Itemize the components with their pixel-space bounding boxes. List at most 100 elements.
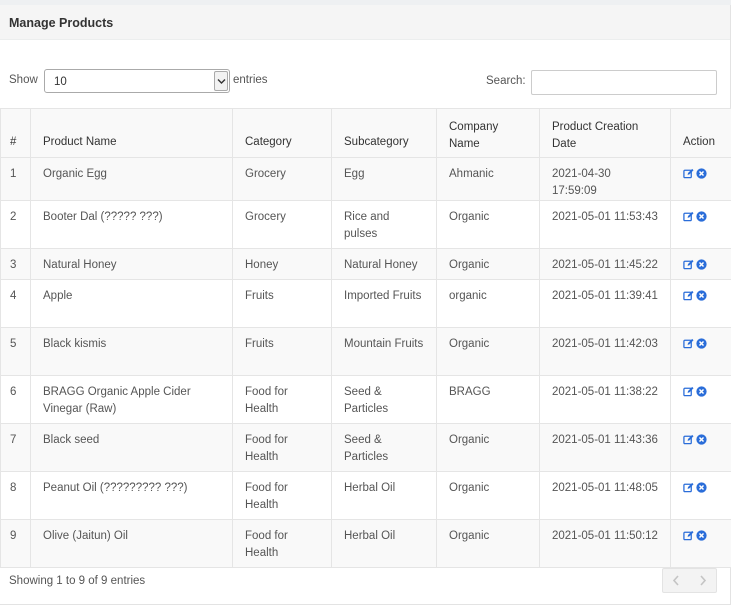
cell-subcategory: Imported Fruits (331, 279, 437, 328)
table-row: 5 Black kismis Fruits Mountain Fruits Organi… (0, 327, 731, 376)
cell-product-name: Apple (30, 279, 233, 328)
search-label: Search: (486, 75, 526, 87)
chevron-right-icon[interactable] (690, 569, 717, 592)
table-row: 9 Olive (Jaitun) Oil Food for Health Herbal… (0, 519, 731, 568)
cell-action (670, 519, 731, 568)
cell-product-name: Organic Egg (30, 157, 233, 201)
entries-length-value: 10 (54, 76, 67, 88)
cell-product-name: BRAGG Organic Apple Cider Vinegar (Raw) (30, 375, 233, 424)
pagination (662, 568, 717, 593)
cell-index: 5 (0, 327, 31, 376)
cell-company-name: Organic (436, 248, 540, 280)
cell-creation-date: 2021-05-01 11:43:36 (539, 423, 671, 472)
table-header-row: # Product Name Category Subcategory Comp… (0, 108, 731, 158)
table-row: 1 Organic Egg Grocery Egg Ahmanic 2021-04-30 … (0, 157, 731, 201)
edit-icon[interactable] (683, 338, 694, 349)
column-header-index[interactable]: # (0, 108, 31, 158)
cell-index: 6 (0, 375, 31, 424)
cell-company-name: Ahmanic (436, 157, 540, 201)
cell-subcategory: Seed & Particles (331, 423, 437, 472)
cell-company-name: Organic (436, 327, 540, 376)
cell-index: 1 (0, 157, 31, 201)
cell-action (670, 248, 731, 280)
cell-creation-date: 2021-05-01 11:39:41 (539, 279, 671, 328)
cell-creation-date: 2021-05-01 11:38:22 (539, 375, 671, 424)
cell-index: 8 (0, 471, 31, 520)
cell-subcategory: Seed & Particles (331, 375, 437, 424)
cell-subcategory: Herbal Oil (331, 471, 437, 520)
delete-icon[interactable] (696, 482, 707, 493)
edit-icon[interactable] (683, 530, 694, 541)
cell-action (670, 423, 731, 472)
cell-subcategory: Mountain Fruits (331, 327, 437, 376)
column-header-action[interactable]: Action (670, 108, 731, 158)
cell-creation-date: 2021-05-01 11:45:22 (539, 248, 671, 280)
cell-category: Food for Health (232, 519, 332, 568)
table-row: 2 Booter Dal (????? ???) Grocery Rice and p… (0, 200, 731, 249)
delete-icon[interactable] (696, 386, 707, 397)
cell-subcategory: Herbal Oil (331, 519, 437, 568)
edit-icon[interactable] (683, 259, 694, 270)
show-label: Show (9, 74, 38, 86)
column-header-subcategory[interactable]: Subcategory (331, 108, 437, 158)
cell-action (670, 327, 731, 376)
cell-category: Honey (232, 248, 332, 280)
delete-icon[interactable] (696, 530, 707, 541)
cell-creation-date: 2021-05-01 11:53:43 (539, 200, 671, 249)
delete-icon[interactable] (696, 259, 707, 270)
edit-icon[interactable] (683, 168, 694, 179)
cell-creation-date: 2021-05-01 11:50:12 (539, 519, 671, 568)
table-row: 8 Peanut Oil (????????? ???) Food for Heal… (0, 471, 731, 520)
delete-icon[interactable] (696, 211, 707, 222)
cell-action (670, 471, 731, 520)
column-header-creation-date[interactable]: Product Creation Date (539, 108, 671, 158)
edit-icon[interactable] (683, 434, 694, 445)
edit-icon[interactable] (683, 211, 694, 222)
table-row: 7 Black seed Food for Health Seed & Particl… (0, 423, 731, 472)
delete-icon[interactable] (696, 290, 707, 301)
cell-product-name: Olive (Jaitun) Oil (30, 519, 233, 568)
search-input[interactable] (531, 70, 717, 95)
cell-action (670, 279, 731, 328)
cell-index: 9 (0, 519, 31, 568)
cell-company-name: Organic (436, 519, 540, 568)
edit-icon[interactable] (683, 386, 694, 397)
chevron-left-icon[interactable] (663, 569, 690, 592)
cell-subcategory: Natural Honey (331, 248, 437, 280)
cell-category: Food for Health (232, 423, 332, 472)
cell-action (670, 157, 731, 201)
cell-creation-date: 2021-04-30 17:59:09 (539, 157, 671, 201)
delete-icon[interactable] (696, 434, 707, 445)
cell-company-name: Organic (436, 423, 540, 472)
edit-icon[interactable] (683, 290, 694, 301)
column-header-category[interactable]: Category (232, 108, 332, 158)
cell-company-name: BRAGG (436, 375, 540, 424)
cell-index: 3 (0, 248, 31, 280)
entries-length-select[interactable]: 10 (44, 69, 230, 93)
products-table: # Product Name Category Subcategory Comp… (0, 108, 731, 568)
cell-action (670, 375, 731, 424)
cell-category: Fruits (232, 279, 332, 328)
cell-index: 7 (0, 423, 31, 472)
column-header-product-name[interactable]: Product Name (30, 108, 233, 158)
column-header-company-name[interactable]: Company Name (436, 108, 540, 158)
cell-subcategory: Egg (331, 157, 437, 201)
table-row: 4 Apple Fruits Imported Fruits organic 2021-0… (0, 279, 731, 328)
cell-index: 4 (0, 279, 31, 328)
cell-creation-date: 2021-05-01 11:48:05 (539, 471, 671, 520)
cell-product-name: Peanut Oil (????????? ???) (30, 471, 233, 520)
cell-subcategory: Rice and pulses (331, 200, 437, 249)
cell-category: Fruits (232, 327, 332, 376)
delete-icon[interactable] (696, 168, 707, 179)
chevron-down-icon[interactable] (214, 71, 228, 91)
table-row: 6 BRAGG Organic Apple Cider Vinegar (Raw)… (0, 375, 731, 424)
cell-company-name: Organic (436, 200, 540, 249)
edit-icon[interactable] (683, 482, 694, 493)
cell-category: Grocery (232, 157, 332, 201)
panel-header: Manage Products (0, 5, 730, 40)
cell-company-name: Organic (436, 471, 540, 520)
table-row: 3 Natural Honey Honey Natural Honey Organic 2… (0, 248, 731, 280)
entries-label: entries (233, 74, 268, 86)
delete-icon[interactable] (696, 338, 707, 349)
cell-category: Food for Health (232, 471, 332, 520)
